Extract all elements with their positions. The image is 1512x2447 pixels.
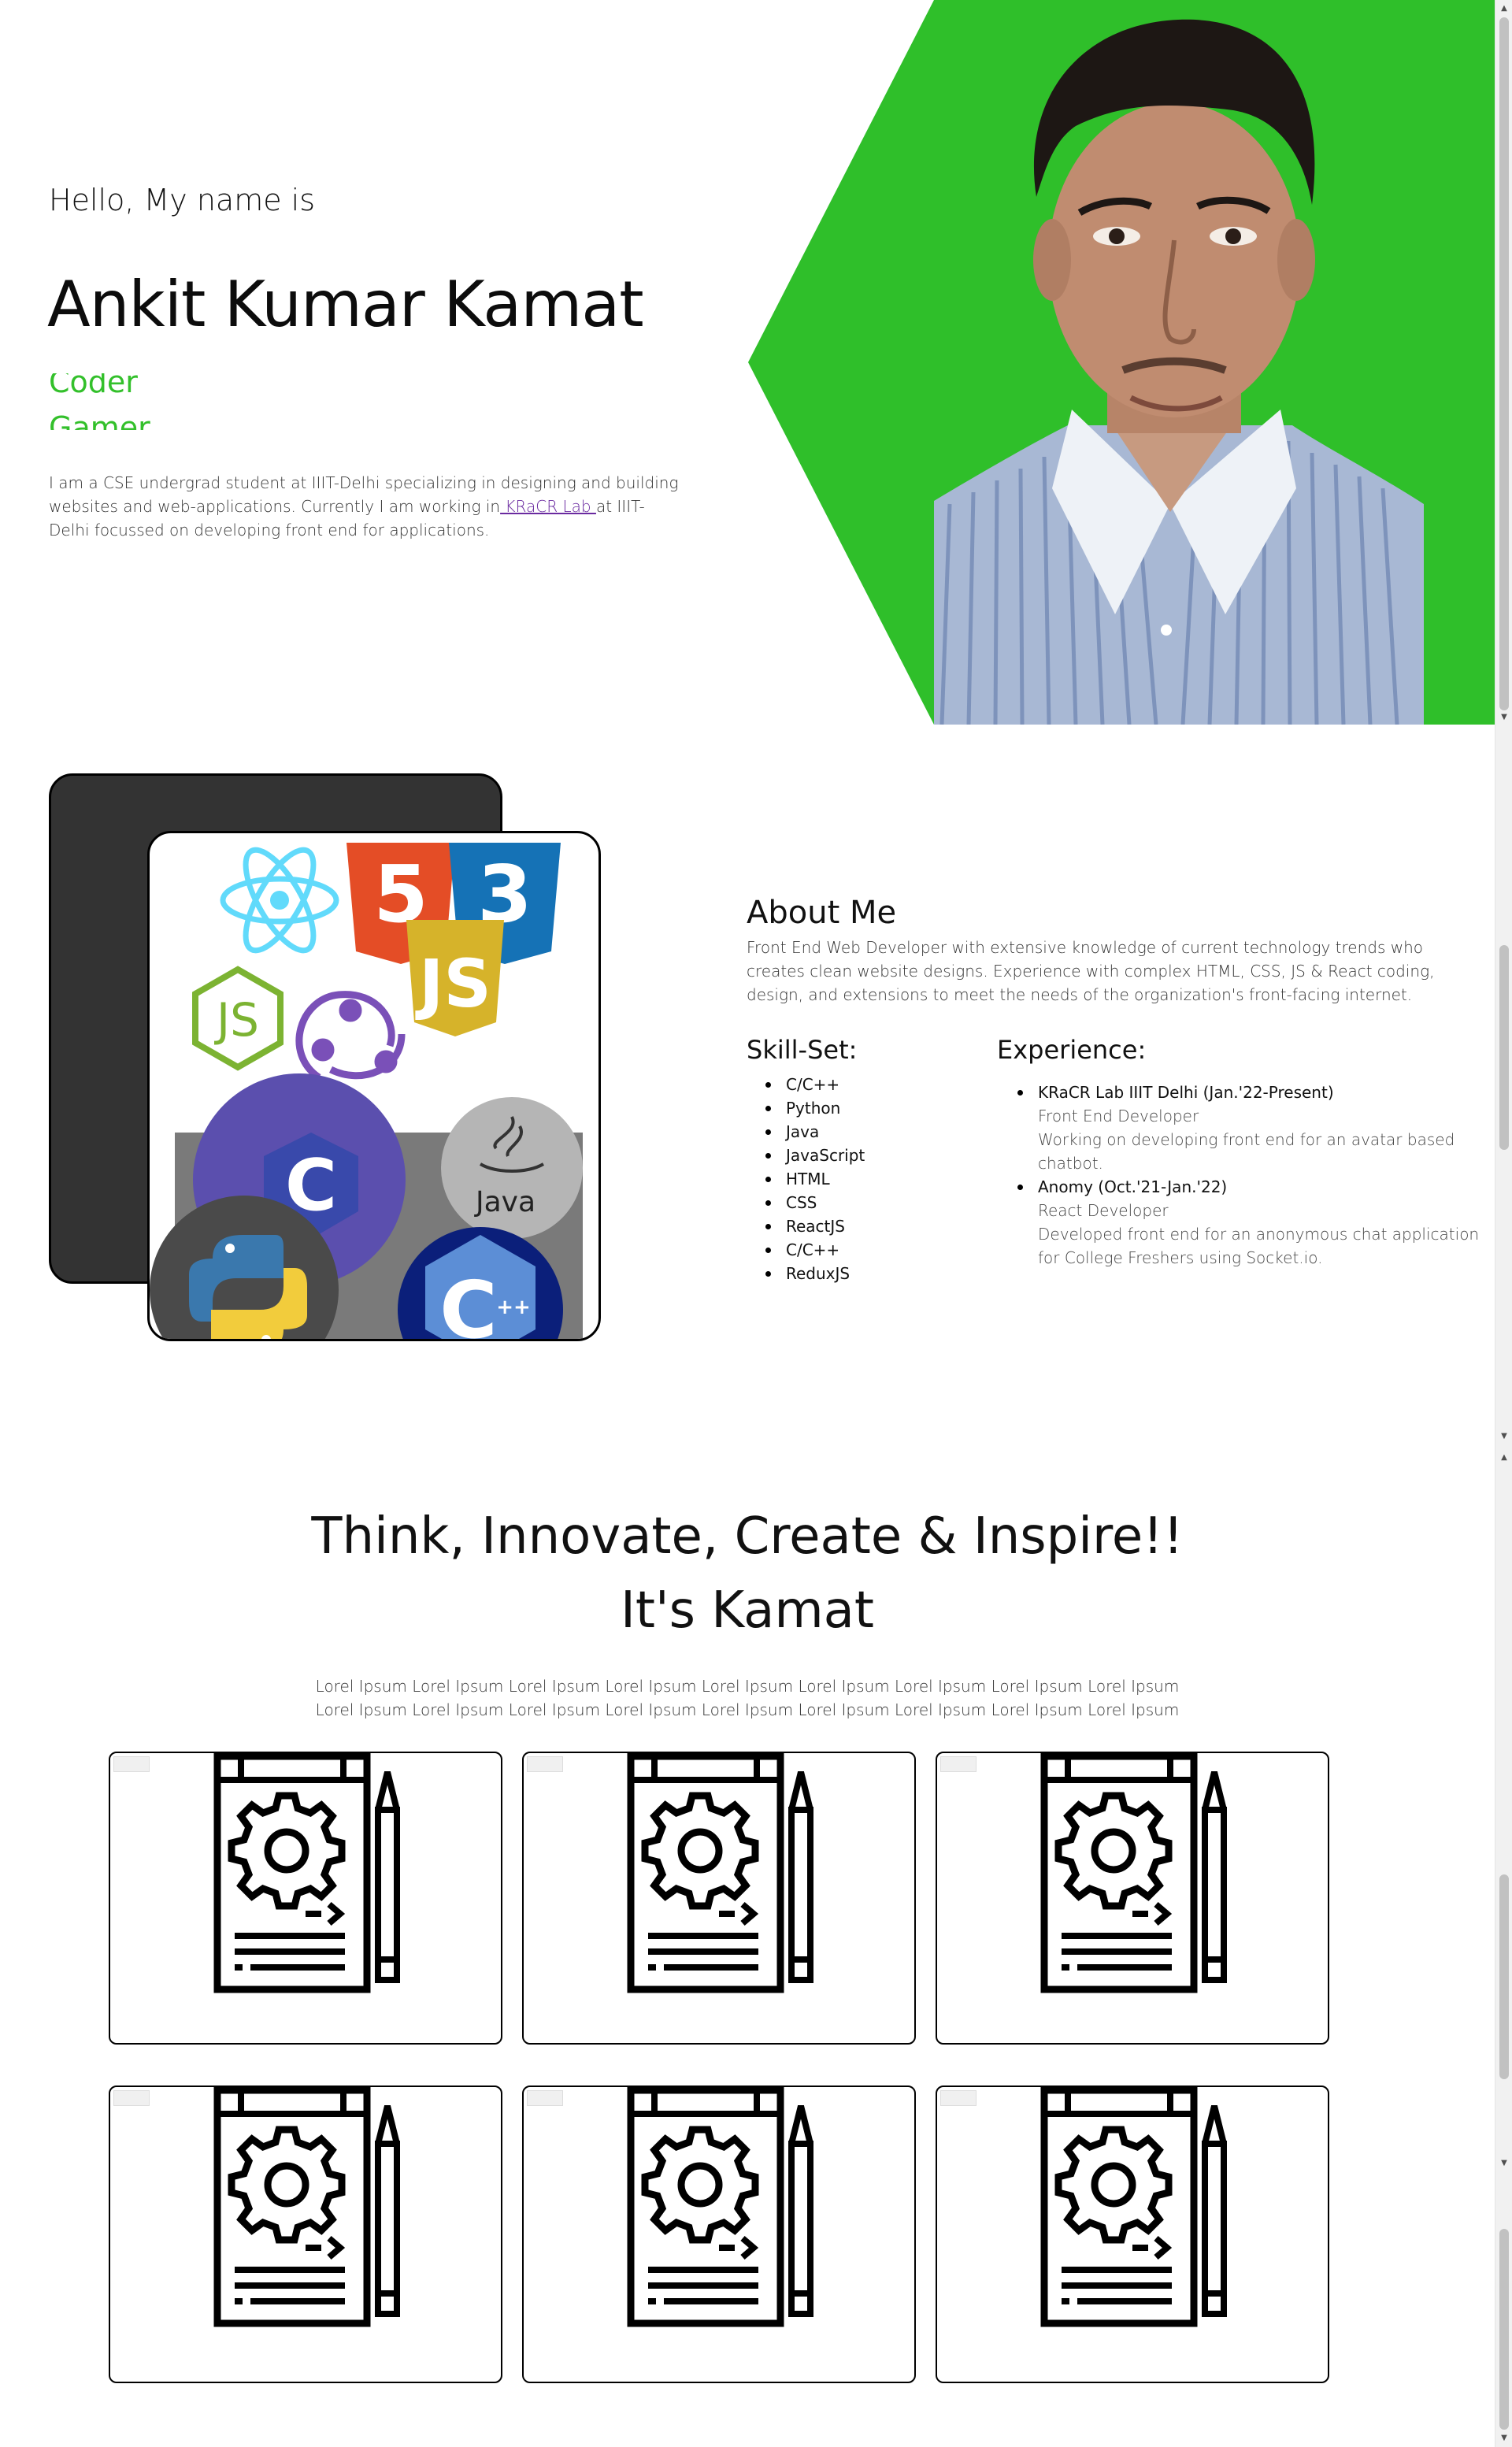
scrollbar[interactable]: ▲ ▼ ▼ ▲ ▼ ▼ — [1495, 0, 1512, 2447]
tech-stack-card: 5 3 JS JS C Java C ++ — [147, 831, 601, 1341]
experience-item: KRaCR Lab IIIT Delhi (Jan.'22-Present) F… — [1016, 1081, 1485, 1175]
broken-image-icon — [940, 1756, 976, 1772]
skills-list: C/C++ Python Java JavaScript HTML CSS Re… — [747, 1073, 983, 1285]
experience-head: Anomy (Oct.'21-Jan.'22) — [1038, 1177, 1228, 1196]
scroll-up-arrow-icon[interactable]: ▲ — [1495, 2, 1512, 16]
project-card[interactable] — [109, 2086, 502, 2383]
javascript-icon: JS — [406, 920, 504, 1036]
project-settings-icon — [627, 2087, 813, 2327]
scrollbar-thumb[interactable] — [1499, 17, 1509, 710]
scroll-down-arrow-icon[interactable]: ▼ — [1495, 1429, 1512, 1444]
project-settings-icon — [213, 2087, 400, 2327]
java-label: Java — [474, 1186, 536, 1218]
experience-list: KRaCR Lab IIIT Delhi (Jan.'22-Present) F… — [997, 1081, 1485, 1270]
project-card[interactable] — [936, 1752, 1329, 2045]
experience-role: Front End Developer — [1038, 1107, 1199, 1125]
hero-rotating-roles: Coder Gamer — [49, 373, 285, 430]
experience-item: Anomy (Oct.'21-Jan.'22) React Developer … — [1016, 1175, 1485, 1270]
broken-image-icon — [113, 1756, 150, 1772]
skill-item: CSS — [764, 1191, 983, 1214]
project-card[interactable] — [936, 2086, 1329, 2383]
skill-item: C/C++ — [764, 1238, 983, 1262]
kracr-lab-link[interactable]: KRaCR Lab — [500, 497, 596, 516]
experience-section: Experience: KRaCR Lab IIIT Delhi (Jan.'2… — [997, 1035, 1485, 1270]
svg-text:JS: JS — [214, 993, 259, 1047]
java-icon: Java — [441, 1097, 583, 1239]
skill-item: Python — [764, 1096, 983, 1120]
hero-role: Coder — [49, 373, 138, 399]
hero-name: Ankit Kumar Kamat — [47, 268, 644, 341]
svg-text:JS: JS — [415, 945, 491, 1022]
broken-image-icon — [527, 1756, 563, 1772]
about-title: About Me — [747, 895, 897, 931]
broken-image-icon — [113, 2090, 150, 2106]
project-card[interactable] — [522, 1752, 916, 2045]
think-heading: Think, Innovate, Create & Inspire!! — [311, 1507, 1184, 1566]
experience-desc: Developed front end for an anonymous cha… — [1038, 1225, 1480, 1267]
broken-image-icon — [527, 2090, 563, 2106]
hero-intro: I am a CSE undergrad student at IIIT-Del… — [49, 471, 679, 542]
profile-photo — [934, 19, 1424, 725]
svg-text:C: C — [439, 1264, 497, 1340]
think-section: Think, Innovate, Create & Inspire!! It's… — [0, 1500, 1495, 1722]
hero-role: Gamer — [49, 410, 150, 430]
experience-role: React Developer — [1038, 1201, 1169, 1220]
project-settings-icon — [1040, 1753, 1227, 1993]
project-card[interactable] — [109, 1752, 502, 2045]
tech-stack-collage: 5 3 JS JS C Java C ++ — [150, 843, 583, 1340]
scrollbar-thumb[interactable] — [1499, 1874, 1509, 2079]
skill-item: JavaScript — [764, 1144, 983, 1167]
about-text: Front End Web Developer with extensive k… — [747, 938, 1435, 1004]
think-subheading: It's Kamat — [621, 1581, 874, 1640]
hero-greeting: Hello, My name is — [49, 183, 316, 217]
scrollbar-thumb[interactable] — [1499, 2229, 1509, 2430]
experience-title: Experience: — [997, 1035, 1147, 1065]
project-settings-icon — [627, 1753, 813, 1993]
scroll-down-arrow-icon[interactable]: ▼ — [1495, 2431, 1512, 2445]
experience-head: KRaCR Lab IIIT Delhi (Jan.'22-Present) — [1038, 1083, 1334, 1102]
project-settings-icon — [1040, 2087, 1227, 2327]
project-settings-icon — [213, 1753, 400, 1993]
scroll-up-arrow-icon[interactable]: ▲ — [1495, 1451, 1512, 1465]
svg-text:++: ++ — [496, 1296, 531, 1319]
scroll-down-arrow-icon[interactable]: ▼ — [1495, 2156, 1512, 2171]
hero-section: Hello, My name is Ankit Kumar Kamat Code… — [0, 0, 1495, 725]
scroll-down-arrow-icon[interactable]: ▼ — [1495, 710, 1512, 725]
skills-title: Skill-Set: — [747, 1035, 858, 1065]
about-section: About Me Front End Web Developer with ex… — [747, 895, 1479, 1007]
scrollbar-thumb[interactable] — [1499, 945, 1509, 1150]
nodejs-icon: JS — [192, 966, 284, 1071]
skill-item: ReactJS — [764, 1214, 983, 1238]
experience-desc: Working on developing front end for an a… — [1038, 1130, 1455, 1173]
redux-icon — [295, 991, 406, 1081]
skills-section: Skill-Set: C/C++ Python Java JavaScript … — [747, 1035, 983, 1285]
skill-item: Java — [764, 1120, 983, 1144]
project-card[interactable] — [522, 2086, 916, 2383]
think-text: Lorel Ipsum Lorel Ipsum Lorel Ipsum Lore… — [315, 1677, 1180, 1719]
skill-item: HTML — [764, 1167, 983, 1191]
skill-item: ReduxJS — [764, 1262, 983, 1285]
skill-item: C/C++ — [764, 1073, 983, 1096]
broken-image-icon — [940, 2090, 976, 2106]
react-icon — [220, 847, 339, 954]
